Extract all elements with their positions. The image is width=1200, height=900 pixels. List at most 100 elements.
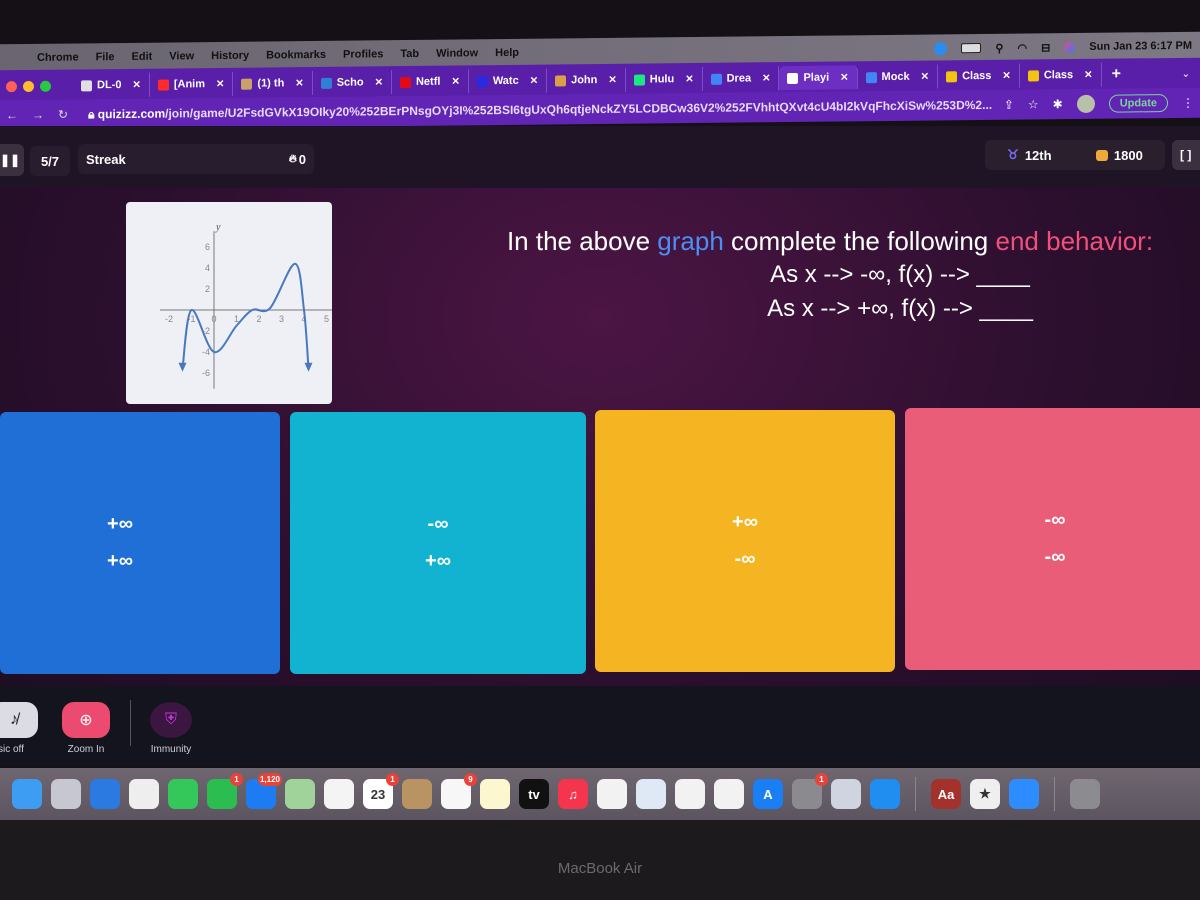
- tab-close-icon[interactable]: ✕: [530, 75, 538, 86]
- browser-tab[interactable]: Watc ✕: [468, 68, 548, 94]
- browser-tab[interactable]: John ✕: [547, 67, 626, 93]
- dock-app-calendar[interactable]: 23 1: [363, 773, 399, 809]
- browser-tab[interactable]: Mock ✕: [857, 64, 939, 90]
- dock-app-messages[interactable]: [168, 779, 198, 809]
- browser-tab[interactable]: Class ✕: [938, 63, 1020, 89]
- minimize-window-button[interactable]: [23, 80, 34, 92]
- music-off-button[interactable]: ♪̸: [0, 702, 38, 738]
- lock-icon: 🔒︎: [88, 106, 98, 121]
- forward-button[interactable]: →: [32, 108, 44, 122]
- dock-app-chrome[interactable]: [129, 779, 159, 809]
- tab-close-icon[interactable]: ✕: [840, 72, 848, 83]
- browser-tab[interactable]: Scho ✕: [312, 70, 392, 96]
- tab-close-icon[interactable]: ✕: [1002, 70, 1010, 81]
- reload-button[interactable]: ↻: [58, 108, 68, 122]
- menu-profiles[interactable]: Profiles: [343, 48, 383, 60]
- browser-tab[interactable]: [Anim ✕: [149, 71, 234, 97]
- dock-app-zoom[interactable]: [1009, 779, 1039, 809]
- menu-bookmarks[interactable]: Bookmarks: [266, 49, 326, 62]
- tab-search-icon[interactable]: ⌄: [1182, 68, 1190, 79]
- profile-avatar[interactable]: [1076, 94, 1095, 114]
- dock-app-pages[interactable]: [714, 779, 744, 809]
- dock-app-roblox[interactable]: [831, 779, 861, 809]
- tab-close-icon[interactable]: ✕: [608, 74, 616, 85]
- browser-tab[interactable]: DL-0 ✕: [73, 72, 150, 98]
- browser-tab[interactable]: Netfl ✕: [391, 69, 469, 95]
- browser-tab[interactable]: Class ✕: [1019, 62, 1102, 88]
- dock-app-numbers[interactable]: [675, 779, 705, 809]
- close-window-button[interactable]: [6, 80, 17, 92]
- browser-tab[interactable]: Playi ✕: [779, 65, 858, 91]
- menu-chrome[interactable]: Chrome: [37, 51, 79, 63]
- update-button[interactable]: Update: [1108, 94, 1168, 113]
- browser-tab[interactable]: Drea ✕: [702, 66, 780, 91]
- dock-app-safari[interactable]: [90, 779, 120, 809]
- shazam-icon[interactable]: [934, 41, 948, 55]
- fullscreen-button[interactable]: [ ]: [1172, 140, 1200, 170]
- battery-icon[interactable]: [961, 43, 982, 54]
- pause-button[interactable]: ❚❚: [0, 144, 24, 176]
- bookmark-star-icon[interactable]: ☆: [1028, 97, 1039, 111]
- zoom-window-button[interactable]: [40, 80, 51, 92]
- menu-view[interactable]: View: [169, 50, 194, 62]
- dock-app-music[interactable]: ♫: [558, 779, 588, 809]
- answer-option-2[interactable]: -∞ +∞: [290, 412, 586, 674]
- control-center-icon[interactable]: ⊟: [1041, 41, 1050, 54]
- tab-close-icon[interactable]: ✕: [132, 79, 140, 90]
- extensions-icon[interactable]: ✱: [1053, 97, 1063, 111]
- answer-option-4[interactable]: -∞ -∞: [905, 408, 1200, 670]
- dock-app-contacts[interactable]: [402, 779, 432, 809]
- tab-close-icon[interactable]: ✕: [685, 74, 693, 85]
- question-graph[interactable]: -2-1012345642-2-4-6xy: [126, 202, 347, 404]
- answer-option-3[interactable]: +∞ -∞: [595, 410, 895, 672]
- dock-app-app-store[interactable]: A: [753, 779, 783, 809]
- search-icon[interactable]: ⚲: [995, 41, 1003, 54]
- chrome-menu-icon[interactable]: ⋮: [1182, 96, 1194, 110]
- menu-edit[interactable]: Edit: [132, 51, 153, 63]
- immunity-button[interactable]: ⛨: [150, 702, 192, 738]
- notification-badge: 9: [464, 773, 477, 786]
- back-button[interactable]: ←: [6, 108, 18, 122]
- dock-app-finder[interactable]: [12, 779, 42, 809]
- dock-app-reminders[interactable]: 9: [441, 773, 477, 809]
- browser-tab[interactable]: (1) th ✕: [233, 71, 313, 96]
- dock-app-imovie[interactable]: ★: [970, 779, 1000, 809]
- menu-history[interactable]: History: [211, 50, 249, 62]
- menu-help[interactable]: Help: [495, 47, 519, 59]
- dock-app-tv[interactable]: tv: [519, 779, 549, 809]
- menu-window[interactable]: Window: [436, 47, 478, 59]
- score-box: ♉︎ 12th 1800: [985, 140, 1165, 170]
- dock-app-photos[interactable]: [324, 779, 354, 809]
- browser-tab[interactable]: Hulu ✕: [625, 66, 703, 92]
- wifi-icon[interactable]: ◠: [1017, 41, 1027, 54]
- clock[interactable]: Sun Jan 23 6:17 PM: [1089, 40, 1192, 53]
- dock-app-notes[interactable]: [480, 779, 510, 809]
- dock-app-mail[interactable]: 1,120: [246, 773, 282, 809]
- dock-app-facetime[interactable]: 1: [207, 773, 243, 809]
- dock-app-keynote[interactable]: [636, 779, 666, 809]
- tab-close-icon[interactable]: ✕: [375, 77, 383, 88]
- zoom-in-button[interactable]: ⊕: [62, 702, 110, 738]
- dock-app-roblox-studio[interactable]: [870, 779, 900, 809]
- powerup-label: Immunity: [150, 744, 192, 755]
- tab-close-icon[interactable]: ✕: [921, 71, 929, 82]
- tab-close-icon[interactable]: ✕: [762, 73, 770, 84]
- url-field[interactable]: 🔒︎ quizizz.com/join/game/U2FsdGVkX19OIky…: [88, 97, 1004, 122]
- share-icon[interactable]: ⇪: [1004, 98, 1014, 112]
- tab-close-icon[interactable]: ✕: [451, 76, 459, 87]
- siri-icon[interactable]: [1064, 41, 1076, 53]
- dock-app-trash[interactable]: [1070, 779, 1100, 809]
- question-highlight-graph: graph: [657, 226, 724, 256]
- menu-file[interactable]: File: [96, 51, 115, 63]
- dock-app-maps[interactable]: [285, 779, 315, 809]
- dock-app-news[interactable]: [597, 779, 627, 809]
- tab-close-icon[interactable]: ✕: [1084, 69, 1092, 80]
- dock-app-system-preferences[interactable]: 1: [792, 773, 828, 809]
- tab-close-icon[interactable]: ✕: [295, 78, 303, 89]
- tab-close-icon[interactable]: ✕: [216, 78, 224, 89]
- new-tab-button[interactable]: +: [1112, 66, 1121, 84]
- dock-app-launchpad[interactable]: [51, 779, 81, 809]
- dock-app-dictionary[interactable]: Aa: [931, 779, 961, 809]
- answer-option-1[interactable]: +∞ +∞: [0, 412, 280, 674]
- menu-tab[interactable]: Tab: [400, 48, 419, 60]
